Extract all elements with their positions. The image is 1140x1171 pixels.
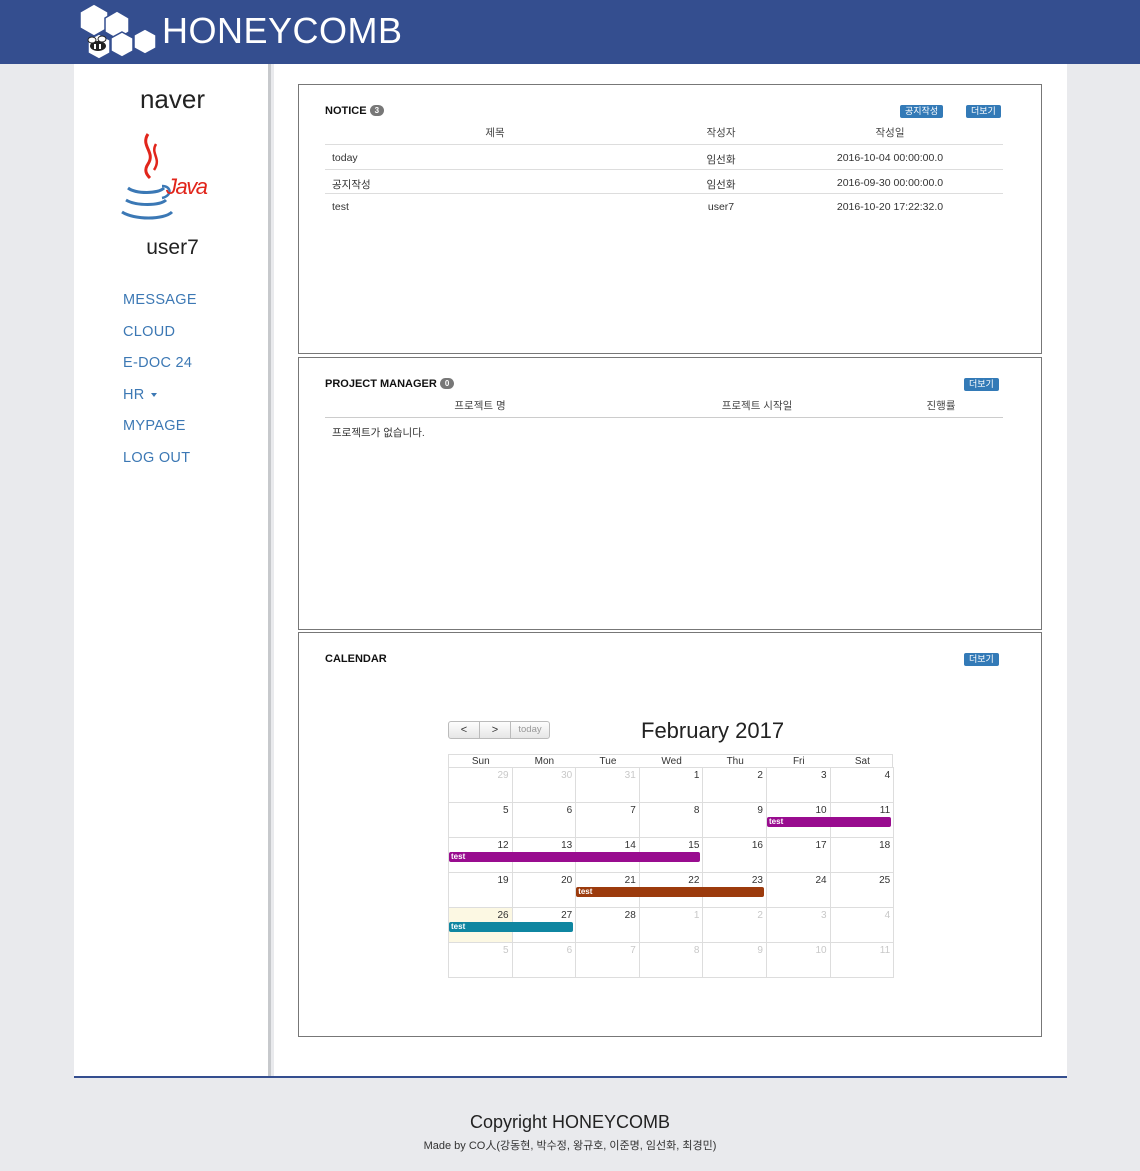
calendar-day-cell[interactable]: 1 xyxy=(638,767,704,803)
footer-copyright: Copyright HONEYCOMB xyxy=(469,1112,671,1132)
project-title: PROJECT MANAGER 0 xyxy=(325,378,455,390)
sidebar-item-cloud[interactable]: CLOUD xyxy=(123,324,197,356)
brand-title[interactable]: HONEYCOMB xyxy=(162,10,403,52)
project-more-button[interactable]: 더보기 xyxy=(964,378,999,391)
sidebar-item-logout[interactable]: LOG OUT xyxy=(123,450,197,482)
column-header: 진행률 xyxy=(926,400,956,412)
notice-author-cell: user7 xyxy=(707,201,735,213)
calendar-day-cell[interactable]: 5 xyxy=(448,942,513,978)
calendar-day-cell[interactable]: 24 xyxy=(766,872,831,908)
notice-title-cell[interactable]: test xyxy=(332,201,349,213)
calendar-more-button[interactable]: 더보기 xyxy=(964,653,999,666)
calendar-day-cell[interactable]: 8 xyxy=(638,802,704,838)
calendar-event[interactable]: test xyxy=(576,887,764,897)
sidebar-item-edoc[interactable]: E-DOC 24 xyxy=(123,355,197,387)
sidebar-item-message[interactable]: MESSAGE xyxy=(123,292,197,324)
notice-table-header: 제목 작성자 작성일 xyxy=(325,125,1003,143)
calendar-day-cell[interactable]: 6 xyxy=(511,802,577,838)
calendar-day-cell[interactable]: 19 xyxy=(448,872,513,908)
table-row[interactable]: test user7 2016-10-20 17:22:32.0 xyxy=(325,193,1003,217)
calendar-title: CALENDAR xyxy=(325,653,387,665)
content-bottom-border xyxy=(74,1076,1067,1078)
project-count-badge: 0 xyxy=(439,378,455,389)
caret-down-icon xyxy=(150,392,157,397)
java-logo-icon: Java xyxy=(121,133,208,220)
notice-date-cell: 2016-10-04 00:00:00.0 xyxy=(836,152,944,164)
project-panel: PROJECT MANAGER 0 더보기 프로젝트 명 프로젝트 시작일 진행률… xyxy=(298,357,1042,630)
calendar-event[interactable]: test xyxy=(449,922,574,932)
calendar-day-cell[interactable]: 20 xyxy=(511,872,577,908)
notice-more-button[interactable]: 더보기 xyxy=(966,105,1001,118)
calendar-day-cell[interactable]: 9 xyxy=(702,802,767,838)
notice-title: NOTICE 3 xyxy=(325,105,385,117)
calendar-day-cell[interactable]: 4 xyxy=(829,907,895,943)
project-empty-message: 프로젝트가 없습니다. xyxy=(325,417,1003,447)
next-month-button[interactable]: > xyxy=(479,721,511,739)
footer-credits: Made by CO人(강동현, 박수정, 왕규호, 이준명, 임선화, 최경민… xyxy=(423,1140,717,1152)
sidebar-item-mypage[interactable]: MYPAGE xyxy=(123,418,197,450)
column-header: 프로젝트 시작일 xyxy=(721,400,793,412)
today-button[interactable]: today xyxy=(510,721,550,739)
calendar-day-cell[interactable]: 10 xyxy=(766,942,831,978)
notice-date-cell: 2016-10-20 17:22:32.0 xyxy=(836,201,944,213)
write-notice-button[interactable]: 공지작성 xyxy=(900,105,944,118)
project-table-header: 프로젝트 명 프로젝트 시작일 진행률 xyxy=(325,398,1003,416)
calendar-day-cell[interactable]: 2 xyxy=(702,907,767,943)
column-header: 작성자 xyxy=(706,127,736,139)
sidebar-nav: MESSAGE CLOUD E-DOC 24 HR MYPAGE LOG OUT xyxy=(123,292,197,481)
calendar-event[interactable]: test xyxy=(449,852,701,862)
sidebar: naver Java user7 MESSAGE CLOUD E-DOC 24 … xyxy=(74,64,271,1077)
notice-title-cell[interactable]: today xyxy=(332,152,358,164)
notice-count-badge: 3 xyxy=(369,105,385,116)
calendar-day-cell[interactable]: 1 xyxy=(638,907,704,943)
calendar-weekday-header: Sun Mon Tue Wed Thu Fri Sat xyxy=(448,754,893,767)
calendar-day-cell[interactable]: 9 xyxy=(702,942,767,978)
calendar-panel: CALENDAR 더보기 < > today February 2017 Sun… xyxy=(298,632,1042,1037)
svg-text:Java: Java xyxy=(165,174,208,199)
calendar-day-cell[interactable]: 28 xyxy=(575,907,640,943)
calendar-day-cell[interactable]: 17 xyxy=(766,837,831,873)
honeycomb-logo-icon[interactable] xyxy=(74,2,160,60)
calendar-day-cell[interactable]: 25 xyxy=(829,872,895,908)
calendar-day-cell[interactable]: 4 xyxy=(829,767,895,803)
notice-date-cell: 2016-09-30 00:00:00.0 xyxy=(836,177,944,189)
notice-author-cell: 임선화 xyxy=(706,154,736,166)
calendar-day-cell[interactable]: 5 xyxy=(448,802,513,838)
table-row[interactable]: today 임선화 2016-10-04 00:00:00.0 xyxy=(325,144,1003,168)
sidebar-item-hr[interactable]: HR xyxy=(123,387,197,419)
notice-title-cell[interactable]: 공지작성 xyxy=(332,177,371,192)
calendar-month-title: February 2017 xyxy=(641,718,785,743)
calendar-day-cell[interactable]: 16 xyxy=(702,837,767,873)
calendar-day-cell[interactable]: 30 xyxy=(511,767,577,803)
calendar-day-cell[interactable]: 7 xyxy=(575,942,640,978)
top-header: HONEYCOMB xyxy=(0,0,1140,64)
column-header: 작성일 xyxy=(875,127,905,139)
prev-month-button[interactable]: < xyxy=(448,721,480,739)
calendar-day-cell[interactable]: 7 xyxy=(575,802,640,838)
calendar-day-cell[interactable]: 6 xyxy=(511,942,577,978)
calendar-day-cell[interactable]: 11 xyxy=(829,942,895,978)
calendar-day-cell[interactable]: 3 xyxy=(766,767,831,803)
calendar-day-cell[interactable]: 2 xyxy=(702,767,767,803)
calendar-day-cell[interactable]: 3 xyxy=(766,907,831,943)
calendar-day-cell[interactable]: 31 xyxy=(575,767,640,803)
calendar-day-cell[interactable]: 8 xyxy=(638,942,704,978)
notice-author-cell: 임선화 xyxy=(706,179,736,191)
notice-panel: NOTICE 3 공지작성 더보기 제목 작성자 작성일 today 임선화 20… xyxy=(298,84,1042,354)
user-name: user7 xyxy=(146,236,199,259)
table-row[interactable]: 공지작성 임선화 2016-09-30 00:00:00.0 xyxy=(325,169,1003,193)
calendar-day-cell[interactable]: 18 xyxy=(829,837,895,873)
column-header: 프로젝트 명 xyxy=(454,400,506,412)
calendar-event[interactable]: test xyxy=(767,817,892,827)
organization-name: naver xyxy=(139,84,206,114)
column-header: 제목 xyxy=(485,127,505,139)
calendar-day-cell[interactable]: 29 xyxy=(448,767,513,803)
